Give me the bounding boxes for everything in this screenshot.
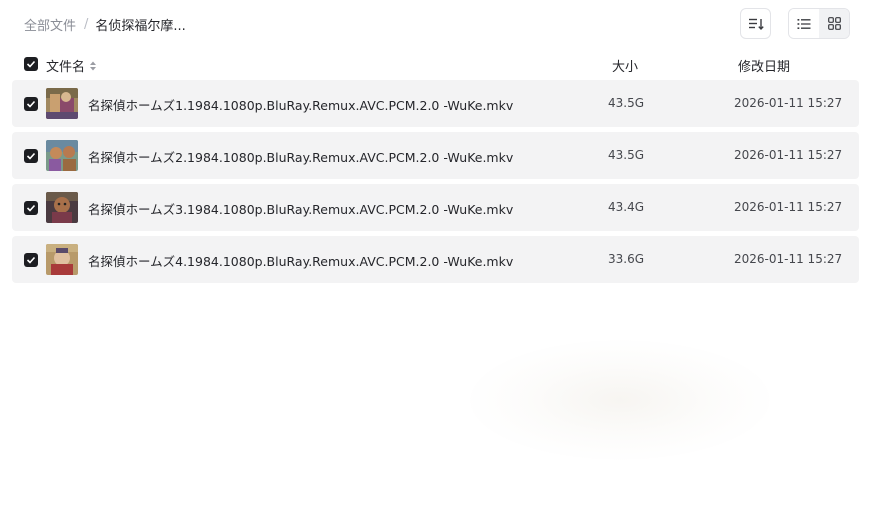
checkmark-icon [26, 204, 36, 212]
file-checkbox[interactable] [24, 201, 38, 215]
file-row[interactable]: 名探偵ホームズ2.1984.1080p.BluRay.Remux.AVC.PCM… [12, 132, 859, 179]
file-modified-date: 2026-01-11 15:27 [734, 148, 843, 162]
file-row[interactable]: 名探偵ホームズ3.1984.1080p.BluRay.Remux.AVC.PCM… [12, 184, 859, 231]
file-list-header: 文件名 大小 修改日期 [12, 50, 859, 78]
grid-view-icon [827, 17, 841, 30]
checkmark-icon [26, 60, 36, 68]
select-all-checkbox[interactable] [24, 57, 38, 71]
file-row[interactable]: 名探偵ホームズ4.1984.1080p.BluRay.Remux.AVC.PCM… [12, 236, 859, 283]
file-size: 43.5G [608, 96, 645, 110]
file-modified-date: 2026-01-11 15:27 [734, 252, 843, 266]
file-size: 43.4G [608, 200, 645, 214]
name-column-header[interactable]: 文件名 [46, 56, 97, 75]
file-size: 43.5G [608, 148, 645, 162]
name-column-label: 文件名 [46, 60, 86, 75]
video-thumbnail [46, 192, 78, 223]
checkmark-icon [26, 256, 36, 264]
date-column-header[interactable]: 修改日期 [738, 56, 790, 75]
video-thumbnail [46, 244, 78, 275]
view-mode-toggle [788, 8, 850, 39]
background-glow [470, 340, 770, 460]
file-checkbox[interactable] [24, 253, 38, 267]
breadcrumb-root-link[interactable]: 全部文件 [24, 15, 76, 34]
file-modified-date: 2026-01-11 15:27 [734, 200, 843, 214]
breadcrumb-separator: / [84, 16, 89, 32]
sort-list-icon [748, 18, 764, 30]
file-name[interactable]: 名探偵ホームズ2.1984.1080p.BluRay.Remux.AVC.PCM… [88, 147, 513, 166]
file-checkbox[interactable] [24, 149, 38, 163]
size-column-header[interactable]: 大小 [612, 56, 638, 75]
sort-button[interactable] [740, 8, 771, 39]
list-view-button[interactable] [789, 9, 819, 38]
checkmark-icon [26, 100, 36, 108]
file-checkbox[interactable] [24, 97, 38, 111]
file-name[interactable]: 名探偵ホームズ1.1984.1080p.BluRay.Remux.AVC.PCM… [88, 95, 513, 114]
breadcrumb: 全部文件 / 名侦探福尔摩... [24, 14, 186, 34]
file-modified-date: 2026-01-11 15:27 [734, 96, 843, 110]
video-thumbnail [46, 88, 78, 119]
file-name[interactable]: 名探偵ホームズ4.1984.1080p.BluRay.Remux.AVC.PCM… [88, 251, 513, 270]
list-view-icon [797, 18, 811, 29]
grid-view-button[interactable] [819, 9, 849, 38]
breadcrumb-current-folder: 名侦探福尔摩... [95, 18, 186, 34]
sort-arrows-icon [90, 61, 97, 70]
checkmark-icon [26, 152, 36, 160]
file-row[interactable]: 名探偵ホームズ1.1984.1080p.BluRay.Remux.AVC.PCM… [12, 80, 859, 127]
video-thumbnail [46, 140, 78, 171]
file-browser: 全部文件 / 名侦探福尔摩... 文件名 大小 修改日期 名探偵ホームズ1.19… [0, 0, 874, 514]
file-size: 33.6G [608, 252, 645, 266]
file-name[interactable]: 名探偵ホームズ3.1984.1080p.BluRay.Remux.AVC.PCM… [88, 199, 513, 218]
